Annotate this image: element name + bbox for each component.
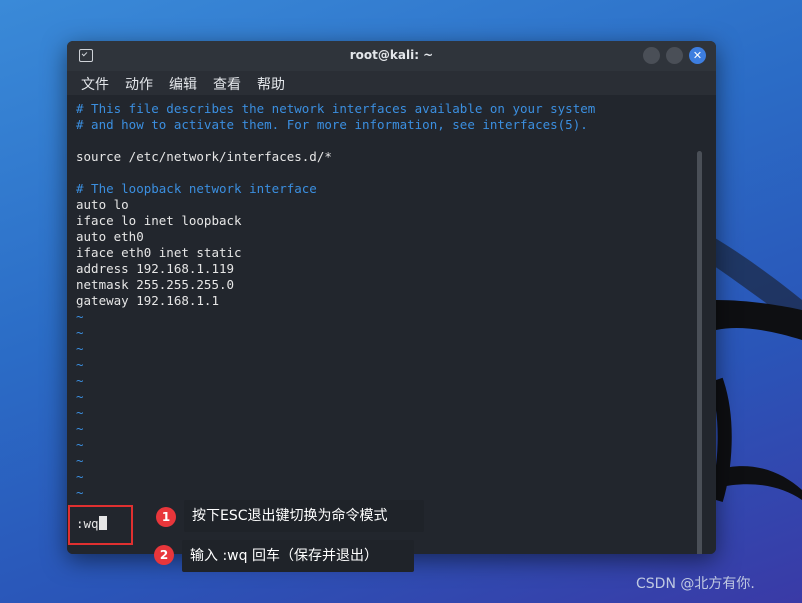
empty-line-tilde: ~ bbox=[76, 389, 84, 404]
menu-bar: 文件 动作 编辑 查看 帮助 bbox=[67, 71, 716, 95]
menu-file[interactable]: 文件 bbox=[81, 74, 109, 94]
editor-line: iface lo inet loopback bbox=[76, 213, 242, 228]
terminal-content[interactable]: # This file describes the network interf… bbox=[67, 95, 716, 554]
empty-line-tilde: ~ bbox=[76, 485, 84, 500]
step-badge-1: 1 bbox=[156, 507, 176, 527]
title-bar[interactable]: root@kali: ~ ✕ bbox=[67, 41, 716, 71]
empty-line-tilde: ~ bbox=[76, 373, 84, 388]
step-tip-2: 输入 :wq 回车（保存并退出） bbox=[182, 540, 414, 572]
command-highlight-box bbox=[68, 505, 133, 545]
editor-line: source /etc/network/interfaces.d/* bbox=[76, 149, 332, 164]
editor-line: netmask 255.255.255.0 bbox=[76, 277, 235, 292]
menu-help[interactable]: 帮助 bbox=[257, 74, 285, 94]
empty-line-tilde: ~ bbox=[76, 357, 84, 372]
maximize-button[interactable] bbox=[666, 47, 683, 64]
empty-line-tilde: ~ bbox=[76, 325, 84, 340]
watermark: CSDN @北方有你. bbox=[636, 576, 755, 592]
empty-line-tilde: ~ bbox=[76, 309, 84, 324]
empty-line-tilde: ~ bbox=[76, 469, 84, 484]
menu-edit[interactable]: 编辑 bbox=[169, 74, 197, 94]
editor-line: auto eth0 bbox=[76, 229, 144, 244]
empty-line-tilde: ~ bbox=[76, 405, 84, 420]
empty-line-tilde: ~ bbox=[76, 453, 84, 468]
empty-line-tilde: ~ bbox=[76, 437, 84, 452]
editor-line: # The loopback network interface bbox=[76, 181, 317, 196]
menu-action[interactable]: 动作 bbox=[125, 74, 153, 94]
terminal-window: root@kali: ~ ✕ 文件 动作 编辑 查看 帮助 # This fil… bbox=[67, 41, 716, 554]
editor-line: # This file describes the network interf… bbox=[76, 101, 596, 116]
editor-line: address 192.168.1.119 bbox=[76, 261, 235, 276]
minimize-button[interactable] bbox=[643, 47, 660, 64]
editor-line: # and how to activate them. For more inf… bbox=[76, 117, 588, 132]
step-tip-1: 按下ESC退出键切换为命令模式 bbox=[184, 500, 424, 532]
close-icon: ✕ bbox=[692, 49, 703, 62]
scrollbar[interactable] bbox=[697, 151, 702, 554]
editor-line: gateway 192.168.1.1 bbox=[76, 293, 219, 308]
menu-view[interactable]: 查看 bbox=[213, 74, 241, 94]
editor-line: auto lo bbox=[76, 197, 129, 212]
close-button[interactable]: ✕ bbox=[689, 47, 706, 64]
empty-line-tilde: ~ bbox=[76, 341, 84, 356]
editor-line: iface eth0 inet static bbox=[76, 245, 242, 260]
empty-line-tilde: ~ bbox=[76, 421, 84, 436]
step-badge-2: 2 bbox=[154, 545, 174, 565]
window-title: root@kali: ~ bbox=[349, 48, 434, 62]
